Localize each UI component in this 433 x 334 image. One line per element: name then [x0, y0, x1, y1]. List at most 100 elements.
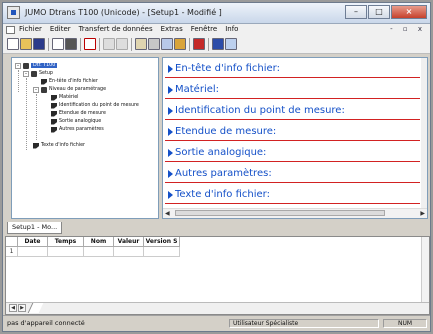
scrollbar-thumb[interactable] [175, 210, 385, 216]
print-preview-icon[interactable] [52, 38, 64, 50]
section-file-info-header[interactable]: En-tête d'info fichier: [163, 61, 427, 78]
setup-icon[interactable] [148, 38, 160, 50]
parameter-icon [51, 118, 57, 125]
setup-icon [31, 70, 37, 77]
tree-view[interactable]: – Dtr. T100 – Setup En-tête d'info fichi… [11, 57, 159, 219]
collapse-icon[interactable]: – [33, 86, 39, 93]
grid-cell[interactable] [114, 247, 144, 257]
document-icon[interactable] [6, 26, 15, 34]
menu-bar: Fichier Editer Transfert de données Extr… [3, 24, 430, 36]
tree-item-materiel[interactable]: Matériel [51, 94, 79, 101]
toolbar-separator [99, 38, 100, 51]
grid-header-cell[interactable]: Temps [48, 237, 84, 247]
section-materiel[interactable]: Matériel: [163, 82, 427, 99]
file-text-icon [33, 142, 39, 149]
section-title: En-tête d'info fichier: [175, 63, 280, 74]
tree-item-sortie[interactable]: Sortie analogique [51, 118, 101, 125]
print-icon[interactable] [65, 38, 77, 50]
first-sheet-icon[interactable]: ◀ [9, 304, 17, 312]
app-icon[interactable] [7, 6, 20, 19]
tree-item-file-info[interactable]: En-tête d'info fichier [41, 78, 98, 85]
num-lock-indicator: NUM [383, 319, 427, 328]
table-row[interactable]: 1 [6, 247, 180, 257]
toolbar-separator [48, 38, 49, 51]
tree-connector [26, 78, 27, 150]
next-sheet-icon[interactable]: ▶ [18, 304, 26, 312]
scroll-right-icon[interactable]: ▶ [420, 210, 425, 217]
help-icon[interactable] [225, 38, 237, 50]
grid-vertical-scrollbar[interactable] [421, 237, 429, 303]
redo-icon[interactable] [116, 38, 128, 50]
menu-info[interactable]: Info [225, 25, 238, 33]
menu-transfert[interactable]: Transfert de données [79, 25, 153, 33]
connection-status: pas d'appareil connecté [7, 319, 85, 327]
tree-item-label: Niveau de paramétrage [49, 87, 107, 92]
menu-extras[interactable]: Extras [161, 25, 183, 33]
section-file-text[interactable]: Texte d'info fichier: [163, 187, 427, 204]
tree-item-label: Sortie analogique [59, 119, 102, 124]
section-title: Texte d'info fichier: [175, 189, 270, 200]
parameter-icon [51, 102, 57, 109]
info-icon[interactable] [212, 38, 224, 50]
open-folder-icon[interactable] [20, 38, 32, 50]
connect-icon[interactable] [135, 38, 147, 50]
tree-item-parameter-level[interactable]: – Niveau de paramétrage [33, 86, 106, 93]
arrow-right-icon [168, 65, 173, 73]
grid-cell[interactable] [144, 247, 180, 257]
tree-item-device[interactable]: – Dtr. T100 [15, 62, 58, 69]
folder-icon [41, 86, 47, 93]
tree-item-file-text[interactable]: Texte d'info fichier [33, 142, 85, 149]
tab-setup1[interactable]: Setup1 - Mo... [7, 222, 63, 234]
horizontal-scrollbar[interactable]: ◀ ▶ [163, 208, 427, 218]
section-etendue[interactable]: Etendue de mesure: [163, 124, 427, 141]
manual-icon[interactable] [174, 38, 186, 50]
section-divider [165, 119, 420, 120]
maximize-button[interactable]: □ [368, 5, 390, 19]
grid-header-cell[interactable] [6, 237, 18, 247]
toolbar-separator [189, 38, 190, 51]
undo-icon[interactable] [103, 38, 115, 50]
grid-cell[interactable] [48, 247, 84, 257]
tree-item-etendue[interactable]: Etendue de mesure [51, 110, 106, 117]
tree-connector [18, 70, 19, 92]
save-icon[interactable] [33, 38, 45, 50]
vertical-scrollbar[interactable] [421, 58, 427, 210]
section-identification[interactable]: Identification du point de mesure: [163, 103, 427, 120]
tree-item-label: Matériel [59, 95, 79, 100]
sheet-tab[interactable] [27, 303, 44, 313]
tree-item-label: En-tête d'info fichier [49, 79, 98, 84]
grid-header-cell[interactable]: Date [18, 237, 48, 247]
scroll-left-icon[interactable]: ◀ [165, 210, 170, 217]
grid-header-cell[interactable]: Valeur [114, 237, 144, 247]
status-bar: pas d'appareil connecté Utilisateur Spéc… [3, 315, 430, 331]
arrow-right-icon [168, 86, 173, 94]
minimize-button[interactable]: – [345, 5, 367, 19]
grid-header-cell[interactable]: Nom [84, 237, 114, 247]
grid-cell[interactable] [84, 247, 114, 257]
grid-header-cell[interactable]: Version S [144, 237, 180, 247]
collapse-icon[interactable]: – [23, 70, 29, 77]
tree-item-identification[interactable]: Identification du point de mesure [51, 102, 139, 109]
layout-icon[interactable] [193, 38, 205, 50]
device-icon [23, 62, 29, 69]
data-grid: Date Temps Nom Valeur Version S 1 ◀ ▶ [5, 236, 430, 315]
title-bar[interactable]: JUMO Dtrans T100 (Unicode) - [Setup1 - M… [3, 3, 430, 24]
tree-item-label: Dtr. T100 [31, 63, 58, 68]
caption-buttons: – □ × [344, 5, 427, 19]
tree-item-setup[interactable]: – Setup [23, 70, 53, 77]
close-button[interactable]: × [391, 5, 427, 19]
draw-icon[interactable] [84, 38, 96, 50]
menu-editer[interactable]: Editer [50, 25, 71, 33]
transfer-icon[interactable] [161, 38, 173, 50]
collapse-icon[interactable]: – [15, 62, 21, 69]
tree-item-autres[interactable]: Autres paramètres [51, 126, 104, 133]
section-title: Identification du point de mesure: [175, 105, 345, 116]
new-file-icon[interactable] [7, 38, 19, 50]
menu-fichier[interactable]: Fichier [19, 25, 42, 33]
section-sortie[interactable]: Sortie analogique: [163, 145, 427, 162]
document-window-buttons[interactable]: - ▫ x [390, 25, 426, 33]
section-title: Sortie analogique: [175, 147, 267, 158]
menu-fenetre[interactable]: Fenêtre [191, 25, 217, 33]
section-autres[interactable]: Autres paramètres: [163, 166, 427, 183]
grid-cell[interactable] [18, 247, 48, 257]
